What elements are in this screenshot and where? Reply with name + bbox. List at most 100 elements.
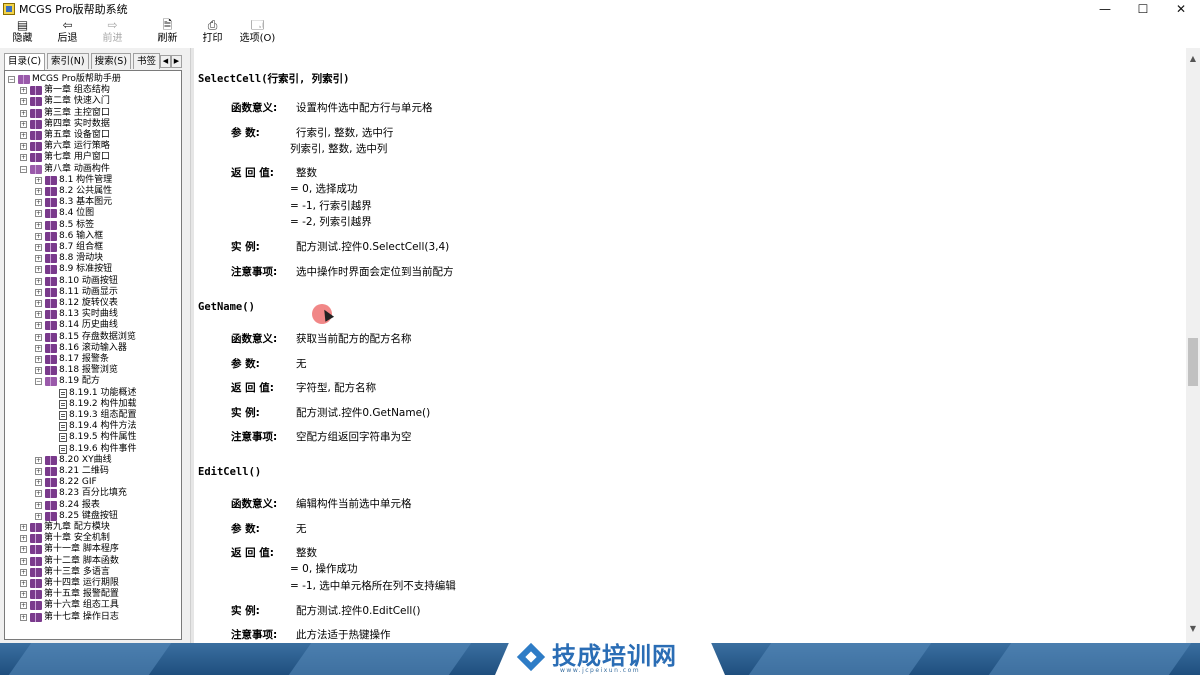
tree-item[interactable]: +8.7 组合框	[35, 242, 103, 253]
expand-icon[interactable]: +	[35, 490, 42, 498]
expand-icon[interactable]: +	[35, 367, 42, 375]
expand-icon[interactable]: +	[35, 255, 42, 263]
expand-icon[interactable]: +	[20, 546, 27, 554]
nav-tab-3[interactable]: 书签	[133, 53, 161, 69]
expand-icon[interactable]: +	[35, 479, 42, 487]
expand-icon[interactable]: +	[35, 176, 42, 184]
tree-item[interactable]: + 第六章 运行策略	[20, 141, 110, 152]
expand-icon[interactable]: +	[35, 277, 42, 285]
tree-item[interactable]: + 第三章 主控窗口	[20, 108, 110, 119]
tree-item[interactable]: +8.13 实时曲线	[35, 309, 118, 320]
expand-icon[interactable]: +	[20, 557, 27, 565]
tree-item[interactable]: +8.17 报警条	[35, 354, 109, 365]
expand-icon[interactable]: +	[20, 524, 27, 531]
tree-item[interactable]: + 第五章 设备窗口	[20, 130, 110, 141]
expand-icon[interactable]: +	[20, 154, 27, 162]
tree-item[interactable]: + 第十章 安全机制	[20, 533, 110, 544]
toolbar-button-1[interactable]: ⇦ 后退	[45, 17, 90, 47]
tree-item[interactable]: +8.24 报表	[35, 500, 100, 511]
expand-icon[interactable]: +	[35, 244, 42, 251]
expand-icon[interactable]: +	[20, 580, 27, 587]
expand-icon[interactable]: +	[35, 288, 42, 296]
tree-item[interactable]: + 第一章 组态结构	[20, 85, 110, 96]
expand-icon[interactable]: +	[35, 344, 42, 352]
expand-icon[interactable]: +	[35, 322, 42, 330]
tab-scroll-left-icon[interactable]: ◀	[160, 55, 171, 68]
expand-icon[interactable]: +	[35, 210, 42, 218]
expand-icon[interactable]: +	[35, 512, 42, 520]
tree-item[interactable]: +8.25 键盘按钮	[35, 511, 118, 522]
tree-item[interactable]: +8.21 二维码	[35, 466, 109, 477]
tree-item[interactable]: 8.19.6 构件事件	[49, 444, 137, 455]
scroll-down-icon[interactable]: ▼	[1186, 622, 1200, 636]
tree-item[interactable]: + 第十一章 脚本程序	[20, 544, 119, 555]
expand-icon[interactable]: +	[35, 356, 42, 363]
expand-icon[interactable]: +	[20, 109, 27, 117]
nav-tab-0[interactable]: 目录(C)	[4, 53, 46, 70]
toolbar-button-5[interactable]: 🗔 选项(O)	[235, 17, 280, 47]
nav-tab-1[interactable]: 索引(N)	[47, 53, 89, 69]
tree-item[interactable]: 8.19.3 组态配置	[49, 410, 137, 421]
tree-item[interactable]: + 第十二章 脚本函数	[20, 556, 119, 567]
expand-icon[interactable]: +	[20, 591, 27, 599]
tree-item[interactable]: +8.18 报警浏览	[35, 365, 118, 376]
nav-tab-2[interactable]: 搜索(S)	[90, 53, 132, 69]
tree-item[interactable]: 8.19.5 构件属性	[49, 432, 137, 443]
tree-item[interactable]: + 第十三章 多语言	[20, 567, 110, 578]
tree-item[interactable]: +8.22 GIF	[35, 477, 97, 488]
expand-icon[interactable]: +	[20, 602, 27, 610]
expand-icon[interactable]: +	[35, 311, 42, 319]
tree-item[interactable]: +8.2 公共属性	[35, 186, 112, 197]
tree-item[interactable]: + 第四章 实时数据	[20, 119, 110, 130]
tree-item[interactable]: 8.19.2 构件加载	[49, 399, 137, 410]
contents-tree[interactable]: − MCGS Pro版帮助手册 + 第一章 组态结构 + 第二章 快速入门 + 第三章 主控窗…	[4, 70, 182, 640]
tree-item[interactable]: +8.10 动画按钮	[35, 276, 118, 287]
maximize-button[interactable]: ☐	[1124, 0, 1162, 17]
collapse-icon[interactable]: −	[20, 165, 27, 173]
tree-item[interactable]: +8.8 滑动块	[35, 253, 103, 264]
tree-item[interactable]: + 第十五章 报警配置	[20, 589, 119, 600]
expand-icon[interactable]: +	[20, 613, 27, 621]
expand-icon[interactable]: +	[20, 87, 27, 95]
tree-item[interactable]: + 第九章 配方模块	[20, 522, 110, 533]
expand-icon[interactable]: +	[20, 143, 27, 151]
expand-icon[interactable]: +	[35, 232, 42, 240]
minimize-button[interactable]: —	[1086, 0, 1124, 17]
tree-item[interactable]: + 第十七章 操作日志	[20, 612, 119, 623]
toolbar-button-4[interactable]: ⎙ 打印	[190, 17, 235, 47]
expand-icon[interactable]: +	[35, 188, 42, 195]
toolbar-button-2[interactable]: ⇨ 前进	[90, 17, 135, 47]
collapse-icon[interactable]: −	[35, 378, 42, 386]
expand-icon[interactable]: +	[35, 221, 42, 229]
tree-item[interactable]: + 第七章 用户窗口	[20, 152, 110, 163]
tree-item[interactable]: +8.15 存盘数据浏览	[35, 332, 136, 343]
expand-icon[interactable]: +	[35, 199, 42, 207]
tree-item[interactable]: +8.16 滚动输入器	[35, 343, 127, 354]
tree-item[interactable]: 8.19.4 构件方法	[49, 421, 137, 432]
tree-item[interactable]: +8.14 历史曲线	[35, 320, 118, 331]
expand-icon[interactable]: +	[35, 456, 42, 464]
tree-item[interactable]: +8.23 百分比填充	[35, 488, 127, 499]
tree-item[interactable]: +8.11 动画显示	[35, 287, 118, 298]
expand-icon[interactable]: +	[20, 120, 27, 128]
expand-icon[interactable]: +	[35, 501, 42, 509]
expand-icon[interactable]: +	[35, 333, 42, 341]
tree-item[interactable]: +8.4 位图	[35, 208, 94, 219]
tree-item[interactable]: + 第十四章 运行期限	[20, 578, 119, 589]
expand-icon[interactable]: +	[35, 266, 42, 274]
expand-icon[interactable]: +	[20, 132, 27, 139]
close-button[interactable]: ✕	[1162, 0, 1200, 17]
collapse-icon[interactable]: −	[8, 76, 15, 83]
scroll-up-icon[interactable]: ▲	[1186, 52, 1200, 66]
tab-scroll-right-icon[interactable]: ▶	[171, 55, 182, 68]
tree-item[interactable]: +8.5 标签	[35, 220, 94, 231]
tree-item[interactable]: + 第十六章 组态工具	[20, 600, 119, 611]
expand-icon[interactable]: +	[20, 568, 27, 576]
tree-item[interactable]: +8.20 XY曲线	[35, 455, 112, 466]
content-scrollbar[interactable]: ▲ ▼	[1186, 48, 1200, 643]
tree-item[interactable]: + 第二章 快速入门	[20, 96, 110, 107]
tree-item[interactable]: − MCGS Pro版帮助手册	[8, 74, 121, 85]
tree-item[interactable]: +8.9 标准按钮	[35, 264, 112, 275]
expand-icon[interactable]: +	[20, 98, 27, 106]
expand-icon[interactable]: +	[35, 468, 42, 475]
